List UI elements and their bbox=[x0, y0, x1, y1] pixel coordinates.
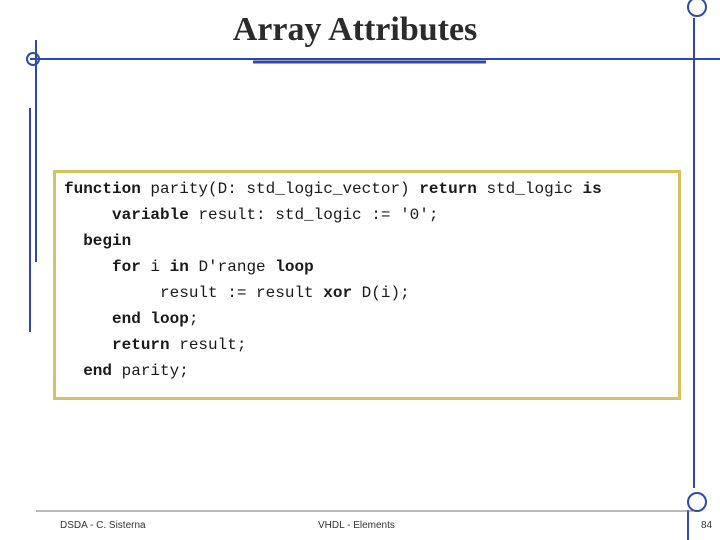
code-keyword: return bbox=[112, 336, 170, 354]
code-text: i bbox=[140, 258, 170, 276]
code-text: ; bbox=[188, 310, 199, 328]
top-right-circle bbox=[687, 0, 707, 17]
code-text: result := result bbox=[64, 284, 324, 302]
code-keyword: for bbox=[112, 258, 141, 276]
code-keyword: variable bbox=[112, 206, 189, 224]
code-text: parity; bbox=[112, 362, 189, 380]
code-keyword: begin bbox=[83, 232, 132, 250]
code-line: result := result xor D(i); bbox=[64, 284, 410, 302]
code-keyword: loop bbox=[275, 258, 314, 276]
code-text: result: std_logic := '0'; bbox=[188, 206, 439, 224]
footer-course: VHDL - Elements bbox=[318, 520, 395, 531]
code-box: function parity(D: std_logic_vector) ret… bbox=[53, 170, 681, 400]
footer-author: DSDA - C. Sisterna bbox=[60, 520, 146, 531]
code-keyword: return bbox=[419, 180, 477, 198]
code-text: result; bbox=[169, 336, 247, 354]
code-line: end parity; bbox=[64, 362, 189, 380]
footer-page-number: 84 bbox=[701, 520, 713, 531]
code-keyword: xor bbox=[323, 284, 353, 302]
slide-title: Array Attributes bbox=[232, 11, 478, 48]
code-line: begin bbox=[64, 232, 131, 250]
code-line: variable result: std_logic := '0'; bbox=[64, 206, 438, 224]
code-keyword: function bbox=[64, 180, 141, 198]
code-line: end loop; bbox=[64, 310, 198, 328]
code-text: std_logic bbox=[476, 180, 583, 198]
code-listing: function parity(D: std_logic_vector) ret… bbox=[64, 176, 602, 384]
code-keyword: end bbox=[83, 362, 113, 380]
code-line: for i in D'range loop bbox=[64, 258, 314, 276]
bottom-right-circle bbox=[687, 492, 707, 512]
code-text: D(i); bbox=[352, 284, 410, 302]
code-keyword: in bbox=[169, 258, 189, 276]
slide: Array Attributes function parity(D: std_… bbox=[0, 0, 720, 540]
code-text: D'range bbox=[188, 258, 276, 276]
code-keyword: end loop bbox=[112, 310, 189, 328]
code-text: parity(D: std_logic_vector) bbox=[140, 180, 420, 198]
code-line: return result; bbox=[64, 336, 246, 354]
code-keyword: is bbox=[582, 180, 602, 198]
code-line: function parity(D: std_logic_vector) ret… bbox=[64, 180, 602, 198]
